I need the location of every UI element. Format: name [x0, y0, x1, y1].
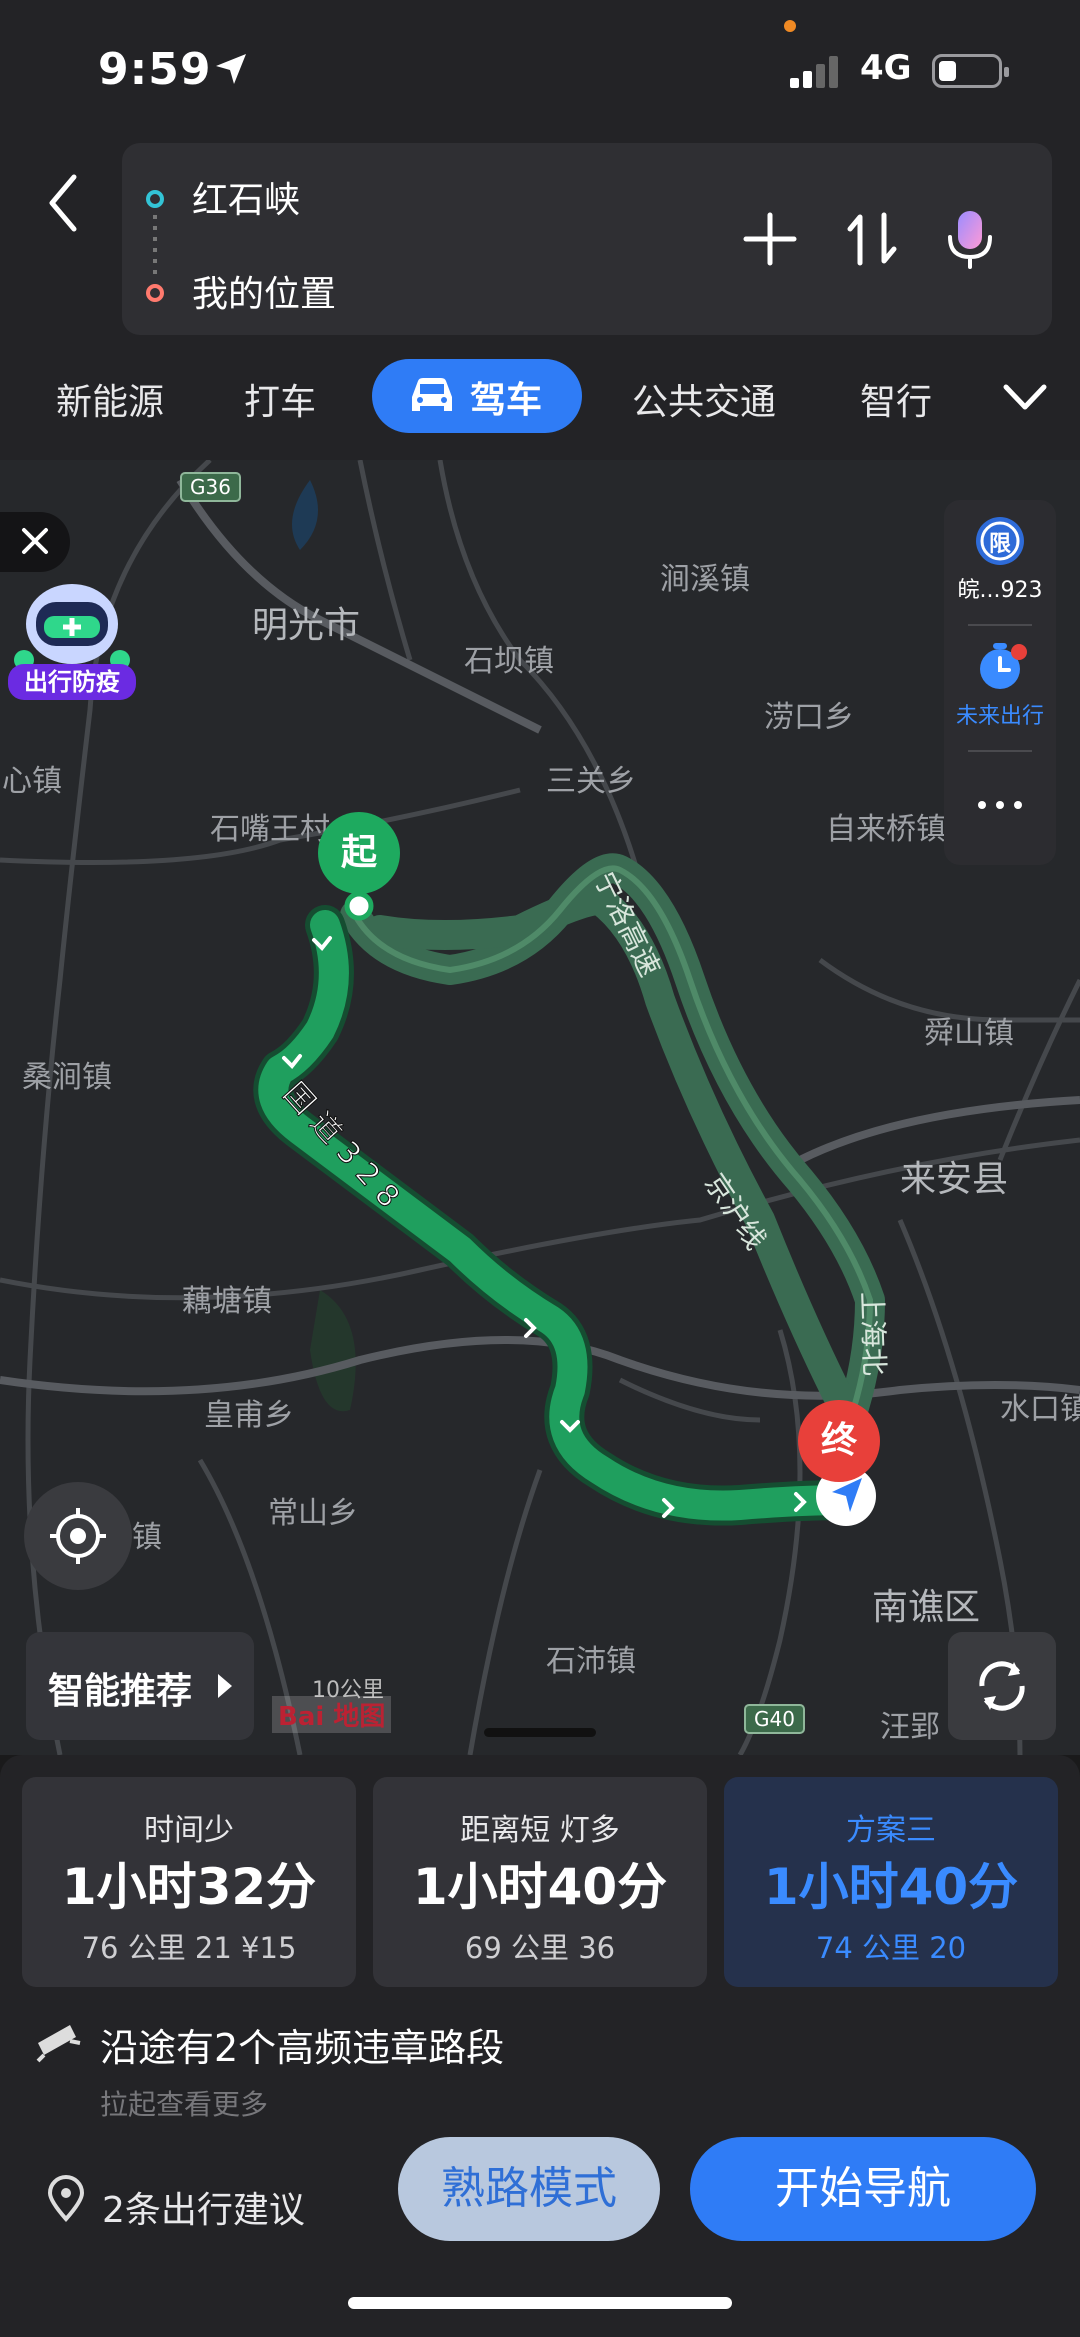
- map-view[interactable]: 国 道 3 2 8 宁洛高速 京沪线 上海北 明光市 涧溪镇 石坝镇 涝口乡 三…: [0, 460, 1080, 1755]
- route-inputs: 红石峡 我的位置: [122, 143, 1052, 335]
- chevron-down-icon[interactable]: [998, 369, 1052, 423]
- battery-icon: [932, 54, 1009, 88]
- place-label: 三关乡: [546, 764, 636, 799]
- plan-meta: 69 公里 36: [464, 1931, 616, 1965]
- tab-taxi[interactable]: 打车: [244, 373, 316, 425]
- start-navigation-button[interactable]: 开始导航: [690, 2137, 1036, 2241]
- future-trip-button[interactable]: 未来出行: [944, 640, 1056, 730]
- plate-restriction-button[interactable]: 限 皖...923: [944, 514, 1056, 604]
- add-waypoint-icon[interactable]: [738, 207, 802, 271]
- refresh-icon: [979, 1661, 1025, 1711]
- swap-route-icon[interactable]: [840, 207, 904, 271]
- signal-icon: [790, 56, 838, 88]
- place-label: 南谯区: [872, 1587, 981, 1628]
- restriction-badge: 限: [988, 532, 1011, 557]
- caret-right-icon: [218, 1674, 232, 1698]
- traffic-camera-icon: [36, 2025, 81, 2063]
- warning-subtext: 拉起查看更多: [100, 2088, 269, 2121]
- plan-title: 距离短 灯多: [460, 1813, 620, 1848]
- tab-new-energy[interactable]: 新能源: [56, 373, 164, 425]
- plate-text: 皖...923: [957, 578, 1043, 603]
- location-arrow-icon: [216, 54, 246, 84]
- travel-mode-tabs: 新能源 打车 驾车 公共交通 智行: [0, 359, 1080, 449]
- plan-duration: 1小时32分: [61, 1858, 317, 1916]
- place-label: 水口镇: [1000, 1392, 1080, 1427]
- familiar-route-mode-button[interactable]: 熟路模式: [398, 2137, 660, 2241]
- place-label: 藕塘镇: [182, 1284, 272, 1319]
- end-marker: 终: [798, 1400, 880, 1482]
- highway-tag: G40: [744, 1704, 805, 1734]
- route-plan-card[interactable]: 时间少 1小时32分 76 公里 21 ¥15: [22, 1777, 356, 1987]
- travel-suggestions[interactable]: 2条出行建议: [46, 2175, 305, 2235]
- locate-me-button[interactable]: [24, 1482, 132, 1590]
- plan-duration: 1小时40分: [763, 1858, 1019, 1916]
- place-label: 石沛镇: [546, 1644, 636, 1679]
- sheet-drag-handle[interactable]: [484, 1728, 596, 1737]
- car-icon: [412, 378, 452, 411]
- svg-text:上海北: 上海北: [855, 1291, 891, 1376]
- destination-field[interactable]: 我的位置: [192, 265, 336, 317]
- place-label: 石嘴王村: [210, 812, 330, 847]
- smart-recommend-label: 智能推荐: [48, 1671, 193, 1712]
- tab-public-transit[interactable]: 公共交通: [632, 373, 776, 425]
- close-icon: [22, 528, 48, 554]
- violation-warning[interactable]: 沿途有2个高频违章路段: [34, 2013, 504, 2073]
- map-side-panel: 限 皖...923 未来出行: [944, 500, 1056, 865]
- place-label: 涧溪镇: [660, 562, 750, 597]
- promo-label: 出行防疫: [8, 664, 136, 700]
- status-bar: 9:59 4G: [0, 0, 1080, 135]
- plan-meta: 76 公里 21 ¥15: [81, 1931, 297, 1965]
- baidu-map-logo: Bai 地图: [272, 1696, 392, 1733]
- network-type: 4G: [860, 48, 912, 88]
- travel-suggestions-label: 2条出行建议: [102, 2190, 305, 2231]
- origin-dot-icon: [146, 190, 164, 208]
- tab-drive[interactable]: 驾车: [372, 359, 582, 433]
- plan-duration: 1小时40分: [412, 1858, 668, 1916]
- epidemic-travel-promo[interactable]: 出行防疫: [8, 572, 136, 700]
- more-options-icon[interactable]: [944, 790, 1056, 820]
- place-label: 皇甫乡: [204, 1398, 294, 1433]
- route-plan-card-selected[interactable]: 方案三 1小时40分 74 公里 20: [724, 1777, 1058, 1987]
- back-button[interactable]: [38, 163, 86, 243]
- place-label: 自来桥镇: [826, 812, 946, 847]
- origin-field[interactable]: 红石峡: [192, 171, 300, 223]
- route-header: 红石峡 我的位置 新能源 打车 驾车 公共交通 智行: [0, 135, 1080, 460]
- refresh-route-button[interactable]: [948, 1632, 1056, 1740]
- place-label: 石坝镇: [464, 644, 554, 679]
- close-promo-button[interactable]: [0, 512, 70, 572]
- destination-dot-icon: [146, 284, 164, 302]
- tab-smart-travel[interactable]: 智行: [860, 373, 932, 425]
- place-label: 镇: [132, 1520, 162, 1555]
- home-indicator: [348, 2297, 732, 2309]
- place-label: 涝口乡: [764, 700, 854, 735]
- smart-recommend-button[interactable]: 智能推荐: [26, 1632, 254, 1740]
- plan-title: 时间少: [144, 1813, 234, 1848]
- violation-warning-text: 沿途有2个高频违章路段: [100, 2026, 505, 2070]
- place-label: 桑涧镇: [22, 1060, 112, 1095]
- plan-title: 方案三: [846, 1813, 936, 1848]
- start-marker: 起: [318, 812, 400, 894]
- route-plans-sheet: 时间少 1小时32分 76 公里 21 ¥15 距离短 灯多 1小时40分 69…: [0, 1755, 1080, 2337]
- place-label: 心镇: [2, 764, 62, 799]
- privacy-indicator-dot: [784, 20, 796, 32]
- voice-input-icon[interactable]: [938, 207, 1002, 271]
- status-time: 9:59: [98, 44, 212, 95]
- plan-meta: 74 公里 20: [815, 1931, 967, 1965]
- robot-mascot-icon: [14, 584, 130, 670]
- route-plan-card[interactable]: 距离短 灯多 1小时40分 69 公里 36: [373, 1777, 707, 1987]
- crosshair-icon: [50, 1508, 106, 1564]
- place-label: 汪郢: [880, 1710, 940, 1745]
- future-trip-label: 未来出行: [955, 704, 1044, 729]
- highway-tag: G36: [180, 472, 241, 502]
- place-label: 常山乡: [268, 1496, 358, 1531]
- tab-drive-label: 驾车: [470, 380, 543, 421]
- place-label: 明光市: [252, 605, 361, 646]
- place-label: 舜山镇: [924, 1016, 1014, 1051]
- route-connector: [153, 215, 157, 277]
- location-pin-icon: [47, 2175, 85, 2223]
- place-label: 来安县: [900, 1159, 1009, 1200]
- clock-icon: [980, 643, 1027, 689]
